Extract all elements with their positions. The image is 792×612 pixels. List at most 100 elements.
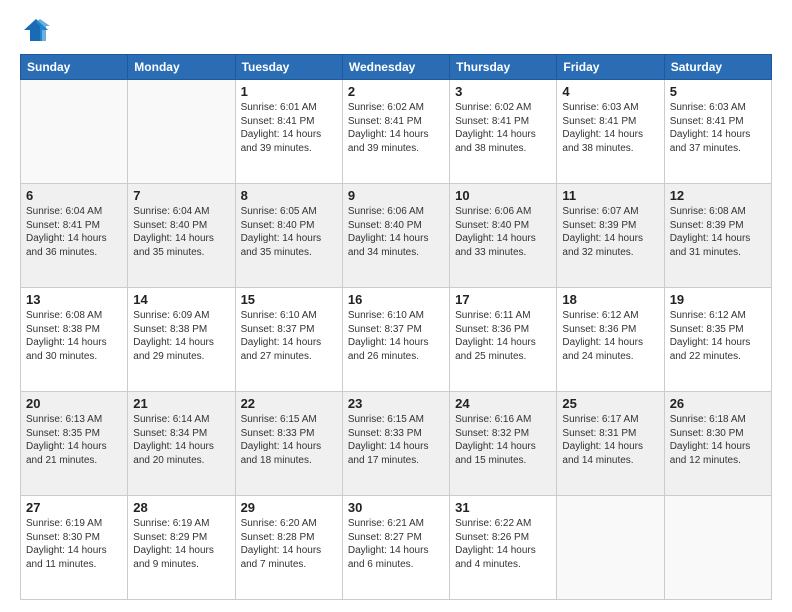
day-info: Sunrise: 6:05 AM Sunset: 8:40 PM Dayligh… bbox=[241, 205, 337, 259]
day-cell: 8 Sunrise: 6:05 AM Sunset: 8:40 PM Daylig… bbox=[235, 184, 342, 288]
day-info: Sunrise: 6:22 AM Sunset: 8:26 PM Dayligh… bbox=[455, 517, 551, 571]
weekday-header-saturday: Saturday bbox=[664, 55, 771, 80]
calendar-table: SundayMondayTuesdayWednesdayThursdayFrid… bbox=[20, 54, 772, 600]
day-number: 1 bbox=[241, 84, 337, 99]
day-info: Sunrise: 6:01 AM Sunset: 8:41 PM Dayligh… bbox=[241, 101, 337, 155]
day-cell: 17 Sunrise: 6:11 AM Sunset: 8:36 PM Dayli… bbox=[450, 288, 557, 392]
day-number: 20 bbox=[26, 396, 122, 411]
day-info: Sunrise: 6:06 AM Sunset: 8:40 PM Dayligh… bbox=[348, 205, 444, 259]
week-row-3: 13 Sunrise: 6:08 AM Sunset: 8:38 PM Dayli… bbox=[21, 288, 772, 392]
weekday-header-friday: Friday bbox=[557, 55, 664, 80]
day-number: 9 bbox=[348, 188, 444, 203]
header bbox=[20, 16, 772, 44]
logo bbox=[20, 16, 54, 44]
day-number: 24 bbox=[455, 396, 551, 411]
day-number: 14 bbox=[133, 292, 229, 307]
day-info: Sunrise: 6:20 AM Sunset: 8:28 PM Dayligh… bbox=[241, 517, 337, 571]
day-info: Sunrise: 6:12 AM Sunset: 8:36 PM Dayligh… bbox=[562, 309, 658, 363]
day-info: Sunrise: 6:15 AM Sunset: 8:33 PM Dayligh… bbox=[348, 413, 444, 467]
day-number: 21 bbox=[133, 396, 229, 411]
day-info: Sunrise: 6:15 AM Sunset: 8:33 PM Dayligh… bbox=[241, 413, 337, 467]
day-cell bbox=[21, 80, 128, 184]
day-info: Sunrise: 6:10 AM Sunset: 8:37 PM Dayligh… bbox=[348, 309, 444, 363]
day-info: Sunrise: 6:11 AM Sunset: 8:36 PM Dayligh… bbox=[455, 309, 551, 363]
day-number: 12 bbox=[670, 188, 766, 203]
day-cell: 3 Sunrise: 6:02 AM Sunset: 8:41 PM Daylig… bbox=[450, 80, 557, 184]
day-info: Sunrise: 6:16 AM Sunset: 8:32 PM Dayligh… bbox=[455, 413, 551, 467]
day-number: 17 bbox=[455, 292, 551, 307]
day-cell: 16 Sunrise: 6:10 AM Sunset: 8:37 PM Dayli… bbox=[342, 288, 449, 392]
day-number: 15 bbox=[241, 292, 337, 307]
day-cell bbox=[128, 80, 235, 184]
weekday-header-row: SundayMondayTuesdayWednesdayThursdayFrid… bbox=[21, 55, 772, 80]
day-cell: 20Sunrise: 6:13 AM Sunset: 8:35 PM Dayli… bbox=[21, 392, 128, 496]
day-number: 23 bbox=[348, 396, 444, 411]
day-cell: 27 Sunrise: 6:19 AM Sunset: 8:30 PM Dayli… bbox=[21, 496, 128, 600]
day-cell: 21Sunrise: 6:14 AM Sunset: 8:34 PM Dayli… bbox=[128, 392, 235, 496]
day-cell: 12 Sunrise: 6:08 AM Sunset: 8:39 PM Dayli… bbox=[664, 184, 771, 288]
day-info: Sunrise: 6:07 AM Sunset: 8:39 PM Dayligh… bbox=[562, 205, 658, 259]
day-info: Sunrise: 6:02 AM Sunset: 8:41 PM Dayligh… bbox=[348, 101, 444, 155]
day-info: Sunrise: 6:08 AM Sunset: 8:38 PM Dayligh… bbox=[26, 309, 122, 363]
day-info: Sunrise: 6:04 AM Sunset: 8:40 PM Dayligh… bbox=[133, 205, 229, 259]
day-cell: 29 Sunrise: 6:20 AM Sunset: 8:28 PM Dayli… bbox=[235, 496, 342, 600]
day-info: Sunrise: 6:09 AM Sunset: 8:38 PM Dayligh… bbox=[133, 309, 229, 363]
day-cell: 9 Sunrise: 6:06 AM Sunset: 8:40 PM Daylig… bbox=[342, 184, 449, 288]
day-number: 25 bbox=[562, 396, 658, 411]
day-info: Sunrise: 6:17 AM Sunset: 8:31 PM Dayligh… bbox=[562, 413, 658, 467]
day-info: Sunrise: 6:21 AM Sunset: 8:27 PM Dayligh… bbox=[348, 517, 444, 571]
day-cell: 31Sunrise: 6:22 AM Sunset: 8:26 PM Dayli… bbox=[450, 496, 557, 600]
day-cell: 25 Sunrise: 6:17 AM Sunset: 8:31 PM Dayli… bbox=[557, 392, 664, 496]
day-number: 29 bbox=[241, 500, 337, 515]
day-cell: 22 Sunrise: 6:15 AM Sunset: 8:33 PM Dayli… bbox=[235, 392, 342, 496]
day-info: Sunrise: 6:02 AM Sunset: 8:41 PM Dayligh… bbox=[455, 101, 551, 155]
weekday-header-tuesday: Tuesday bbox=[235, 55, 342, 80]
week-row-1: 1 Sunrise: 6:01 AM Sunset: 8:41 PM Daylig… bbox=[21, 80, 772, 184]
day-cell: 24 Sunrise: 6:16 AM Sunset: 8:32 PM Dayli… bbox=[450, 392, 557, 496]
logo-icon bbox=[22, 16, 50, 44]
day-info: Sunrise: 6:12 AM Sunset: 8:35 PM Dayligh… bbox=[670, 309, 766, 363]
day-cell: 15 Sunrise: 6:10 AM Sunset: 8:37 PM Dayli… bbox=[235, 288, 342, 392]
day-number: 3 bbox=[455, 84, 551, 99]
day-number: 16 bbox=[348, 292, 444, 307]
day-info: Sunrise: 6:08 AM Sunset: 8:39 PM Dayligh… bbox=[670, 205, 766, 259]
weekday-header-wednesday: Wednesday bbox=[342, 55, 449, 80]
day-cell: 18Sunrise: 6:12 AM Sunset: 8:36 PM Dayli… bbox=[557, 288, 664, 392]
day-number: 27 bbox=[26, 500, 122, 515]
page: SundayMondayTuesdayWednesdayThursdayFrid… bbox=[0, 0, 792, 612]
day-cell: 14 Sunrise: 6:09 AM Sunset: 8:38 PM Dayli… bbox=[128, 288, 235, 392]
weekday-header-thursday: Thursday bbox=[450, 55, 557, 80]
day-info: Sunrise: 6:19 AM Sunset: 8:30 PM Dayligh… bbox=[26, 517, 122, 571]
day-number: 11 bbox=[562, 188, 658, 203]
day-info: Sunrise: 6:18 AM Sunset: 8:30 PM Dayligh… bbox=[670, 413, 766, 467]
day-number: 19 bbox=[670, 292, 766, 307]
day-cell: 6 Sunrise: 6:04 AM Sunset: 8:41 PM Daylig… bbox=[21, 184, 128, 288]
day-info: Sunrise: 6:19 AM Sunset: 8:29 PM Dayligh… bbox=[133, 517, 229, 571]
week-row-5: 27 Sunrise: 6:19 AM Sunset: 8:30 PM Dayli… bbox=[21, 496, 772, 600]
day-info: Sunrise: 6:03 AM Sunset: 8:41 PM Dayligh… bbox=[562, 101, 658, 155]
day-cell: 10Sunrise: 6:06 AM Sunset: 8:40 PM Dayli… bbox=[450, 184, 557, 288]
week-row-2: 6 Sunrise: 6:04 AM Sunset: 8:41 PM Daylig… bbox=[21, 184, 772, 288]
day-number: 2 bbox=[348, 84, 444, 99]
week-row-4: 20Sunrise: 6:13 AM Sunset: 8:35 PM Dayli… bbox=[21, 392, 772, 496]
day-cell: 19 Sunrise: 6:12 AM Sunset: 8:35 PM Dayli… bbox=[664, 288, 771, 392]
day-cell: 2 Sunrise: 6:02 AM Sunset: 8:41 PM Daylig… bbox=[342, 80, 449, 184]
day-number: 28 bbox=[133, 500, 229, 515]
day-cell: 13 Sunrise: 6:08 AM Sunset: 8:38 PM Dayli… bbox=[21, 288, 128, 392]
weekday-header-monday: Monday bbox=[128, 55, 235, 80]
day-cell: 5Sunrise: 6:03 AM Sunset: 8:41 PM Daylig… bbox=[664, 80, 771, 184]
day-number: 6 bbox=[26, 188, 122, 203]
day-number: 8 bbox=[241, 188, 337, 203]
day-info: Sunrise: 6:04 AM Sunset: 8:41 PM Dayligh… bbox=[26, 205, 122, 259]
day-info: Sunrise: 6:10 AM Sunset: 8:37 PM Dayligh… bbox=[241, 309, 337, 363]
day-cell bbox=[557, 496, 664, 600]
day-cell: 1 Sunrise: 6:01 AM Sunset: 8:41 PM Daylig… bbox=[235, 80, 342, 184]
day-number: 26 bbox=[670, 396, 766, 411]
day-number: 30 bbox=[348, 500, 444, 515]
weekday-header-sunday: Sunday bbox=[21, 55, 128, 80]
day-cell: 23 Sunrise: 6:15 AM Sunset: 8:33 PM Dayli… bbox=[342, 392, 449, 496]
day-number: 22 bbox=[241, 396, 337, 411]
day-number: 7 bbox=[133, 188, 229, 203]
day-number: 13 bbox=[26, 292, 122, 307]
day-cell: 4Sunrise: 6:03 AM Sunset: 8:41 PM Daylig… bbox=[557, 80, 664, 184]
